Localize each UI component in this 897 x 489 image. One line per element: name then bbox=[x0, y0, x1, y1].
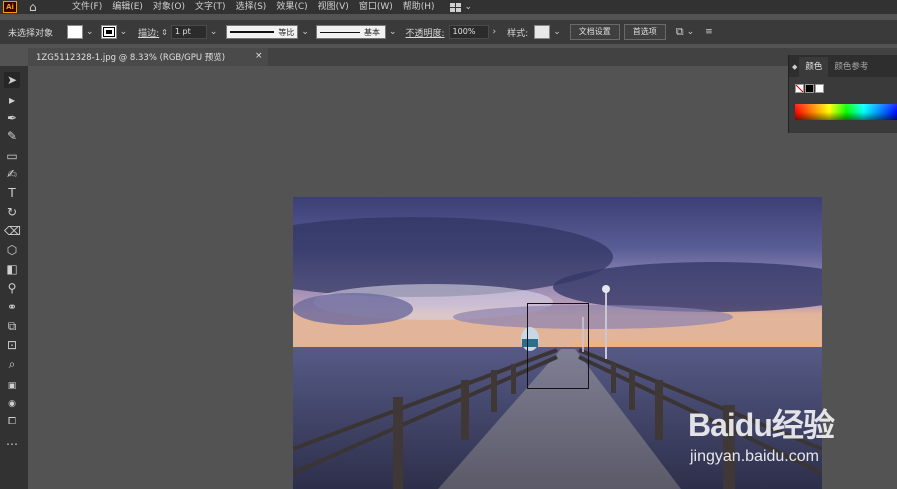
close-icon[interactable]: × bbox=[255, 51, 263, 61]
curvature-tool-icon[interactable]: ✎ bbox=[4, 128, 20, 144]
fill-swatch[interactable] bbox=[67, 25, 84, 39]
stroke-chevron-icon[interactable]: ⌄ bbox=[120, 27, 128, 37]
document-setup-button[interactable]: 文档设置 bbox=[569, 24, 620, 40]
black-swatch[interactable] bbox=[805, 84, 814, 93]
brush-label: 基本 bbox=[363, 27, 380, 37]
type-tool-icon[interactable]: T bbox=[4, 185, 20, 201]
menu-object[interactable]: 对象(O) bbox=[148, 0, 190, 14]
app-logo: Ai bbox=[3, 1, 17, 13]
menu-help[interactable]: 帮助(H) bbox=[398, 0, 440, 14]
menu-edit[interactable]: 编辑(E) bbox=[107, 0, 148, 14]
paintbrush-tool-icon[interactable]: ✍ bbox=[4, 166, 20, 182]
workspace-switcher[interactable]: ⌄ bbox=[449, 2, 473, 12]
brush-chevron-icon[interactable]: ⌄ bbox=[389, 27, 397, 37]
panel-collapse-icon[interactable]: ◆ bbox=[792, 63, 797, 71]
fill-chevron-icon[interactable]: ⌄ bbox=[86, 27, 94, 37]
gradient-tool-icon[interactable]: ◧ bbox=[4, 261, 20, 277]
opacity-field[interactable]: 100% bbox=[448, 25, 489, 39]
profile-label: 等比 bbox=[278, 27, 295, 37]
arrange-icon[interactable]: ⧉ bbox=[676, 25, 684, 39]
screen-mode-icon[interactable]: ⧠ bbox=[4, 414, 20, 430]
zoom-tool-icon[interactable]: ⌕ bbox=[4, 356, 20, 372]
brush-definition[interactable]: 基本 bbox=[315, 25, 386, 39]
workspace-grid-icon bbox=[449, 2, 461, 12]
blend-tool-icon[interactable]: ⚭ bbox=[4, 299, 20, 315]
document-tab[interactable]: 1ZG5112328-1.jpg @ 8.33% (RGB/GPU 预览) bbox=[28, 48, 268, 66]
color-spectrum[interactable] bbox=[795, 104, 897, 120]
pen-tool-icon[interactable]: ✒ bbox=[4, 110, 20, 126]
style-chevron-icon[interactable]: ⌄ bbox=[553, 27, 561, 37]
color-panel: ◆ 颜色 颜色参考 bbox=[788, 55, 897, 133]
watermark: Baidu经验 jingyan.baidu.com bbox=[688, 392, 893, 472]
selection-bounding-box[interactable] bbox=[527, 303, 589, 389]
menu-view[interactable]: 视图(V) bbox=[313, 0, 354, 14]
white-swatch[interactable] bbox=[815, 84, 824, 93]
color-panel-tabs: ◆ 颜色 颜色参考 bbox=[789, 55, 897, 77]
tab-color-guide[interactable]: 颜色参考 bbox=[828, 57, 874, 77]
menu-items: 文件(F) 编辑(E) 对象(O) 文字(T) 选择(S) 效果(C) 视图(V… bbox=[67, 0, 440, 14]
artboard-tool-icon[interactable]: ⊡ bbox=[4, 337, 20, 353]
menu-bar: Ai ⌂ 文件(F) 编辑(E) 对象(O) 文字(T) 选择(S) 效果(C)… bbox=[0, 0, 897, 14]
shape-builder-tool-icon[interactable]: ⬡ bbox=[4, 242, 20, 258]
more-tools-icon[interactable]: ⋯ bbox=[4, 436, 20, 452]
watermark-brand: Baidu经验 bbox=[688, 407, 835, 443]
brush-line-icon bbox=[319, 31, 360, 33]
panel-menu-icon[interactable]: ≡ bbox=[705, 27, 713, 37]
menu-file[interactable]: 文件(F) bbox=[67, 0, 107, 14]
menu-type[interactable]: 文字(T) bbox=[190, 0, 231, 14]
control-bar: 未选择对象 ⌄ ⌄ 描边: ⇕ 1 pt ⌄ 等比 ⌄ 基本 ⌄ 不透明度: 1… bbox=[0, 20, 897, 44]
none-swatch-icon[interactable] bbox=[795, 84, 804, 93]
menu-window[interactable]: 窗口(W) bbox=[354, 0, 398, 14]
stroke-swatch[interactable] bbox=[100, 25, 117, 39]
rotate-tool-icon[interactable]: ↻ bbox=[4, 204, 20, 220]
chevron-down-icon: ⌄ bbox=[464, 2, 473, 12]
document-tab-title: 1ZG5112328-1.jpg @ 8.33% (RGB/GPU 预览) bbox=[36, 53, 226, 63]
direct-selection-tool-icon[interactable]: ▸ bbox=[4, 92, 20, 108]
watermark-url: jingyan.baidu.com bbox=[690, 448, 819, 465]
document-tab-bar: 1ZG5112328-1.jpg @ 8.33% (RGB/GPU 预览) × bbox=[28, 48, 897, 66]
menu-effect[interactable]: 效果(C) bbox=[271, 0, 312, 14]
profile-line-icon bbox=[230, 31, 275, 33]
selection-tool-icon[interactable]: ➤ bbox=[4, 72, 20, 88]
quick-swatches bbox=[795, 84, 897, 93]
rectangle-tool-icon[interactable]: ▭ bbox=[4, 148, 20, 164]
menu-select[interactable]: 选择(S) bbox=[231, 0, 272, 14]
tools-panel: ➤ ▸ ✒ ✎ ▭ ✍ T ↻ ⌫ ⬡ ◧ ⚲ ⚭ ⧉ ⊡ ⌕ ▣ ◉ ⧠ ⋯ bbox=[0, 66, 28, 489]
tab-color[interactable]: 颜色 bbox=[799, 57, 829, 77]
home-icon[interactable]: ⌂ bbox=[29, 1, 43, 13]
eyedropper-tool-icon[interactable]: ⚲ bbox=[4, 280, 20, 296]
profile-chevron-icon[interactable]: ⌄ bbox=[301, 27, 309, 37]
preferences-button[interactable]: 首选项 bbox=[623, 24, 666, 40]
opacity-arrow-icon[interactable]: › bbox=[493, 27, 497, 37]
eraser-tool-icon[interactable]: ⌫ bbox=[4, 223, 21, 239]
variable-width-profile[interactable]: 等比 bbox=[226, 25, 299, 39]
opacity-label[interactable]: 不透明度: bbox=[406, 26, 445, 39]
fill-stroke-swatch-icon[interactable]: ▣ bbox=[4, 378, 20, 394]
stroke-label[interactable]: 描边: bbox=[138, 26, 159, 39]
arrange-chevron-icon[interactable]: ⌄ bbox=[687, 27, 695, 37]
live-paint-tool-icon[interactable]: ⧉ bbox=[4, 318, 20, 334]
graphic-style-swatch[interactable] bbox=[534, 25, 551, 39]
draw-mode-icon[interactable]: ◉ bbox=[4, 396, 20, 412]
selection-status: 未选择对象 bbox=[8, 28, 54, 39]
stroke-weight-field[interactable]: 1 pt bbox=[170, 25, 207, 39]
stroke-weight-chevron-icon[interactable]: ⌄ bbox=[210, 27, 218, 37]
stroke-stepper-icon[interactable]: ⇕ bbox=[161, 28, 168, 37]
style-label: 样式: bbox=[507, 28, 529, 39]
